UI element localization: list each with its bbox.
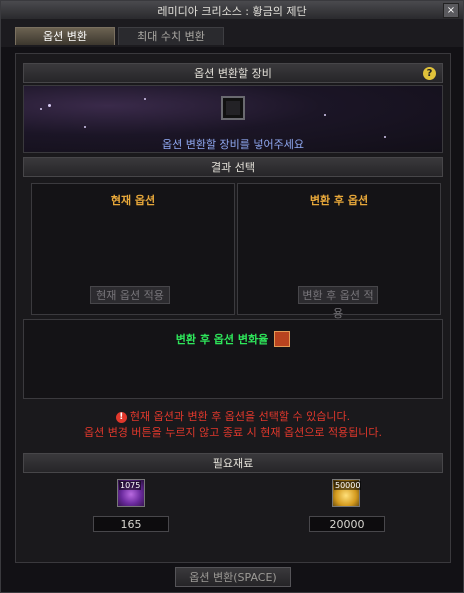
conversion-rate-box: 변환 후 옵션 변화율 xyxy=(23,319,443,399)
tab-option-conversion[interactable]: 옵션 변환 xyxy=(15,27,115,45)
warning-line-1: ! 현재 옵션과 변환 후 옵션을 선택할 수 있습니다. xyxy=(23,409,443,425)
decor-star xyxy=(48,104,51,107)
window-title: 레미디아 크리소스 : 황금의 제단 xyxy=(157,5,307,18)
material-required-amount: 165 xyxy=(93,516,169,532)
warning-message: ! 현재 옵션과 변환 후 옵션을 선택할 수 있습니다. 옵션 변경 버튼을 누… xyxy=(23,409,443,441)
purple-orb-icon[interactable]: 1075 xyxy=(117,479,145,507)
current-option-box: 현재 옵션 현재 옵션 적용 xyxy=(31,183,235,315)
rate-info-book-icon[interactable] xyxy=(274,331,291,347)
help-icon[interactable]: ? xyxy=(423,67,436,80)
warning-icon: ! xyxy=(115,411,127,423)
material-owned-count: 50000 xyxy=(334,481,362,490)
warning-line-2: 옵션 변경 버튼을 누르지 않고 종료 시 현재 옵션으로 적용됩니다. xyxy=(83,426,383,439)
convert-option-button[interactable]: 옵션 변환(SPACE) xyxy=(175,567,291,587)
equip-section-header: 옵션 변환할 장비 ? xyxy=(23,63,443,83)
materials-section-header: 필요재료 xyxy=(23,453,443,473)
conversion-rate-text: 변환 후 옵션 변화율 xyxy=(175,333,269,346)
tab-bar: 옵션 변환 최대 수치 변환 xyxy=(1,19,463,47)
current-option-title: 현재 옵션 xyxy=(110,194,156,207)
material-required-amount: 20000 xyxy=(309,516,385,532)
option-conversion-window: 레미디아 크리소스 : 황금의 제단 × 옵션 변환 최대 수치 변환 옵션 변… xyxy=(0,0,464,593)
conversion-rate-label: 변환 후 옵션 변화율 xyxy=(24,331,442,348)
decor-star xyxy=(324,114,326,116)
result-section-header: 결과 선택 xyxy=(23,157,443,177)
apply-current-option-button[interactable]: 현재 옵션 적용 xyxy=(90,286,170,304)
warning-line-1-text: 현재 옵션과 변환 후 옵션을 선택할 수 있습니다. xyxy=(129,410,351,423)
gold-coins-icon[interactable]: 50000 xyxy=(332,479,362,507)
apply-converted-option-button[interactable]: 변환 후 옵션 적용 xyxy=(298,286,378,320)
equip-section-title: 옵션 변환할 장비 xyxy=(194,67,272,80)
decor-star xyxy=(144,98,146,100)
tab-max-value-conversion[interactable]: 최대 수치 변환 xyxy=(118,27,224,45)
decor-star xyxy=(84,126,86,128)
equip-slot[interactable] xyxy=(221,96,245,120)
converted-option-title: 변환 후 옵션 xyxy=(309,194,369,207)
converted-option-box: 변환 후 옵션 변환 후 옵션 적용 xyxy=(237,183,441,320)
equip-drop-area[interactable]: 옵션 변환할 장비를 넣어주세요 xyxy=(23,85,443,153)
close-button[interactable]: × xyxy=(443,3,459,18)
result-section-title: 결과 선택 xyxy=(211,161,255,174)
title-bar[interactable]: 레미디아 크리소스 : 황금의 제단 × xyxy=(1,1,463,20)
materials-section-title: 필요재료 xyxy=(212,457,254,470)
equip-instruction: 옵션 변환할 장비를 넣어주세요 xyxy=(161,138,305,151)
equip-slot-empty xyxy=(226,101,240,115)
material-owned-count: 1075 xyxy=(119,481,142,490)
decor-star xyxy=(40,108,42,110)
